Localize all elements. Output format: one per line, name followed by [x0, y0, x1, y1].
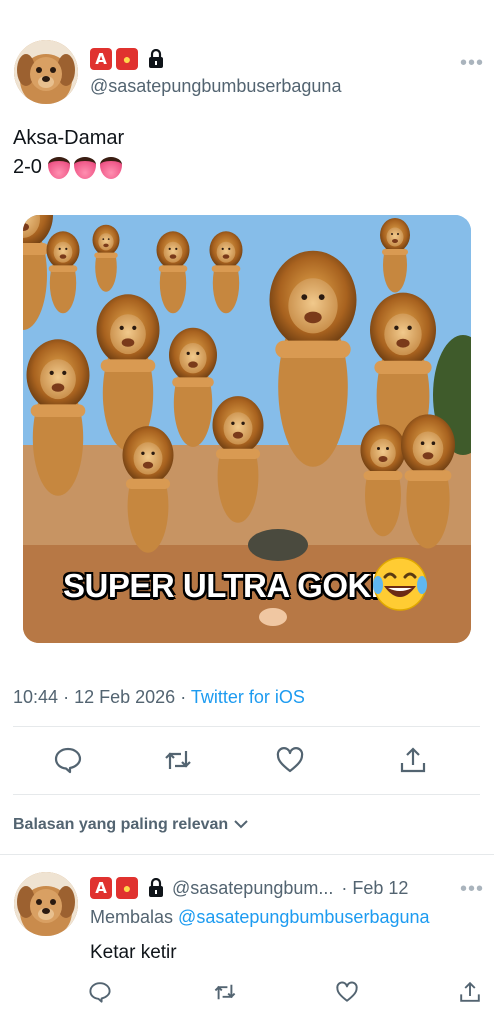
tweet-source-link[interactable]: Twitter for iOS: [191, 687, 305, 707]
tweet-time: 10:44: [13, 687, 59, 707]
more-options-icon[interactable]: •••: [460, 52, 484, 75]
reply-more-options-icon[interactable]: •••: [460, 878, 484, 901]
replies-sort-dropdown[interactable]: Balasan yang paling relevan: [13, 816, 248, 834]
replying-to-handle-link[interactable]: @sasatepungbumbuserbaguna: [178, 907, 429, 927]
tweet-media-image[interactable]: SUPER ULTRA GOKIL: [23, 215, 471, 643]
meme-caption: SUPER ULTRA GOKIL: [63, 567, 400, 604]
tongue-emoji-icon: [47, 156, 70, 179]
tweet-date: 12 Feb 2026: [74, 687, 176, 707]
reply-avatar[interactable]: [14, 872, 78, 936]
chevron-down-icon: [234, 820, 248, 829]
divider: [0, 854, 494, 855]
replies-sort-label: Balasan yang paling relevan: [13, 816, 229, 833]
reply-like-icon[interactable]: [335, 980, 359, 1004]
reply-author-handle[interactable]: @sasatepungbum...: [172, 878, 333, 899]
divider: [13, 726, 480, 727]
reply-date: · Feb 12: [341, 877, 409, 898]
tongue-emoji-icon: [99, 156, 122, 179]
laughing-emoji-icon: [373, 557, 427, 611]
dog-avatar-image: [14, 40, 78, 104]
dog-avatar-image: [14, 872, 78, 936]
siren-badge-icon: ●: [116, 48, 138, 70]
retweet-icon[interactable]: [163, 745, 193, 775]
letter-a-badge-icon: A: [90, 877, 112, 899]
tongue-emojis: [47, 156, 124, 179]
reply-header: A ● @sasatepungbum... · Feb 12: [90, 877, 408, 899]
lock-icon: [149, 49, 163, 68]
replying-to: Membalas @sasatepungbumbuserbaguna: [90, 907, 430, 928]
share-icon[interactable]: [398, 745, 428, 775]
reply-reply-icon[interactable]: [88, 980, 112, 1004]
like-icon[interactable]: [275, 745, 305, 775]
reply-retweet-icon[interactable]: [213, 980, 237, 1004]
tweet-timestamp: 10:44 · 12 Feb 2026 · Twitter for iOS: [13, 687, 305, 708]
reply-share-icon[interactable]: [458, 980, 482, 1004]
tweet-text-line2: 2-0: [13, 153, 124, 182]
author-handle[interactable]: @sasatepungbumbuserbaguna: [90, 76, 341, 97]
user-badges: A ●: [90, 48, 164, 70]
letter-a-badge-icon: A: [90, 48, 112, 70]
meta-separator: ·: [63, 687, 70, 707]
score-text: 2-0: [13, 156, 42, 178]
meta-separator: ·: [180, 687, 187, 707]
divider: [13, 794, 480, 795]
replying-to-label: Membalas: [90, 907, 174, 927]
tongue-emoji-icon: [73, 156, 96, 179]
avatar[interactable]: [14, 40, 78, 104]
reply-icon[interactable]: [53, 745, 83, 775]
reply-text: Ketar ketir: [90, 942, 177, 963]
lock-icon: [149, 878, 163, 897]
siren-badge-icon: ●: [116, 877, 138, 899]
tweet-text-line1: Aksa-Damar: [13, 127, 125, 149]
